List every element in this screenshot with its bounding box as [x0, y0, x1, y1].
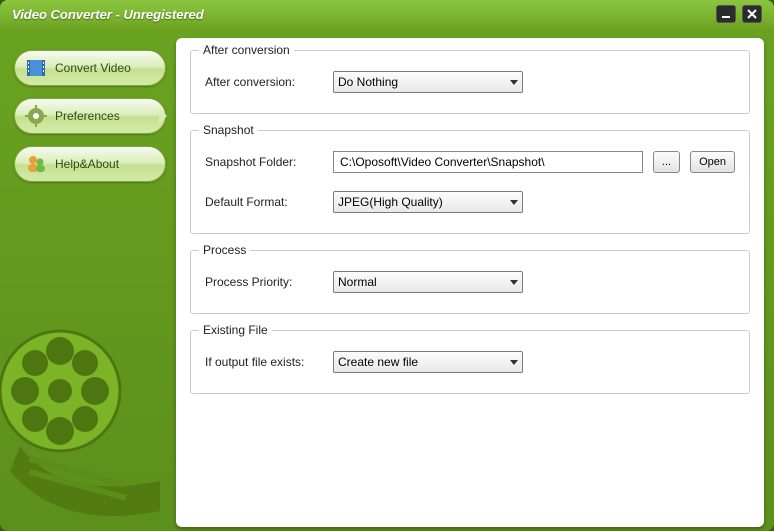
open-button[interactable]: Open — [690, 151, 735, 173]
label-existing-file: If output file exists: — [205, 355, 323, 369]
app-window: Video Converter - Unregistered Convert V… — [0, 0, 774, 531]
close-icon — [747, 9, 757, 19]
window-title: Video Converter - Unregistered — [12, 7, 204, 22]
row-snapshot-folder: Snapshot Folder: ... Open — [205, 151, 735, 173]
browse-button[interactable]: ... — [653, 151, 680, 173]
sidebar-item-label: Preferences — [55, 109, 120, 123]
chevron-down-icon — [510, 80, 518, 85]
titlebar: Video Converter - Unregistered — [0, 0, 774, 28]
sidebar-item-convert-video[interactable]: Convert Video — [14, 50, 166, 86]
group-snapshot: Snapshot Snapshot Folder: ... Open Defau… — [190, 130, 750, 234]
label-default-format: Default Format: — [205, 195, 323, 209]
group-title: Process — [199, 243, 250, 257]
sidebar-item-preferences[interactable]: Preferences — [14, 98, 166, 134]
select-existing-file[interactable]: Create new file — [333, 351, 523, 373]
label-after-conversion: After conversion: — [205, 75, 323, 89]
select-value: Create new file — [338, 355, 418, 369]
group-title: After conversion — [199, 43, 294, 57]
people-icon — [25, 153, 47, 175]
select-value: JPEG(High Quality) — [338, 195, 443, 209]
group-title: Existing File — [199, 323, 272, 337]
row-existing-file: If output file exists: Create new file — [205, 351, 735, 373]
row-default-format: Default Format: JPEG(High Quality) — [205, 191, 735, 213]
film-icon — [25, 57, 47, 79]
chevron-down-icon — [510, 360, 518, 365]
sidebar: Convert Video Preferences Help&About — [0, 28, 176, 531]
group-after-conversion: After conversion After conversion: Do No… — [190, 50, 750, 114]
select-value: Do Nothing — [338, 75, 398, 89]
film-reel-decoration — [0, 301, 176, 531]
window-controls — [716, 5, 762, 23]
chevron-down-icon — [510, 200, 518, 205]
close-button[interactable] — [742, 5, 762, 23]
input-snapshot-folder[interactable] — [333, 151, 643, 173]
minimize-button[interactable] — [716, 5, 736, 23]
select-default-format[interactable]: JPEG(High Quality) — [333, 191, 523, 213]
row-process-priority: Process Priority: Normal — [205, 271, 735, 293]
sidebar-item-help-about[interactable]: Help&About — [14, 146, 166, 182]
preferences-panel: After conversion After conversion: Do No… — [176, 38, 764, 527]
select-value: Normal — [338, 275, 377, 289]
sidebar-item-label: Help&About — [55, 157, 119, 171]
sidebar-item-label: Convert Video — [55, 61, 131, 75]
group-process: Process Process Priority: Normal — [190, 250, 750, 314]
select-after-conversion[interactable]: Do Nothing — [333, 71, 523, 93]
minimize-icon — [721, 9, 731, 19]
row-after-conversion: After conversion: Do Nothing — [205, 71, 735, 93]
group-title: Snapshot — [199, 123, 258, 137]
group-existing-file: Existing File If output file exists: Cre… — [190, 330, 750, 394]
gear-icon — [25, 105, 47, 127]
body: Convert Video Preferences Help&About — [0, 28, 774, 531]
chevron-down-icon — [510, 280, 518, 285]
label-snapshot-folder: Snapshot Folder: — [205, 155, 323, 169]
select-process-priority[interactable]: Normal — [333, 271, 523, 293]
label-process-priority: Process Priority: — [205, 275, 323, 289]
